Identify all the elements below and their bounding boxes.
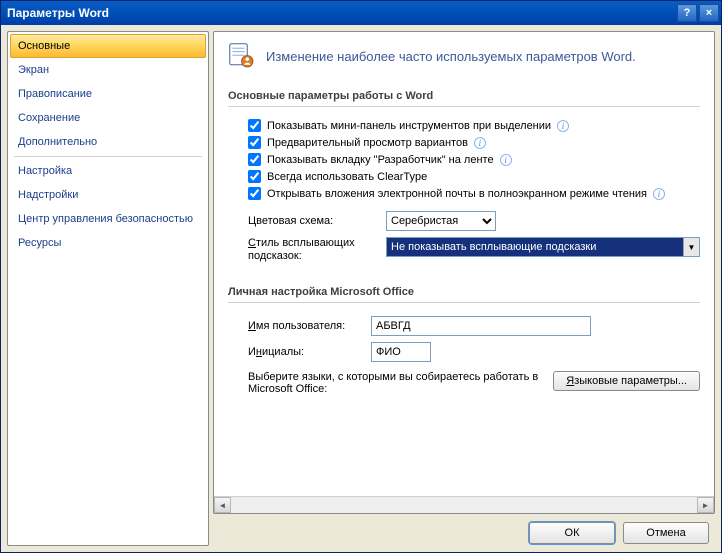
option-label: Всегда использовать ClearType [267,171,427,183]
dialog-footer: ОК Отмена [213,514,715,546]
option-checkbox[interactable] [248,119,261,132]
titlebar: Параметры Word ? × [1,1,721,25]
info-icon[interactable]: i [653,188,665,200]
language-text: Выберите языки, с которыми вы собираетес… [248,371,541,395]
info-icon[interactable]: i [500,154,512,166]
option-checkbox[interactable] [248,153,261,166]
sidebar-item[interactable]: Экран [10,58,206,82]
scroll-track[interactable] [231,497,697,513]
dialog-body: ОсновныеЭкранПравописаниеСохранениеДопол… [1,25,721,552]
checkbox-group: Показывать мини-панель инструментов при … [228,117,700,202]
tooltip-style-value: Не показывать всплывающие подсказки [391,241,596,253]
ok-button[interactable]: ОК [529,522,615,544]
titlebar-title: Параметры Word [7,6,675,20]
username-label: Имя пользователя: [248,320,363,332]
option-label: Показывать вкладку "Разработчик" на лент… [267,154,494,166]
language-row: Выберите языки, с которыми вы собираетес… [228,365,700,401]
sidebar-item[interactable]: Дополнительно [10,130,206,154]
option-checkbox[interactable] [248,187,261,200]
info-icon[interactable]: i [474,137,486,149]
options-dialog: Параметры Word ? × ОсновныеЭкранПравопис… [0,0,722,553]
username-row: Имя пользователя: [228,313,700,339]
color-scheme-label: Цветовая схема: [248,215,378,227]
cancel-button[interactable]: Отмена [623,522,709,544]
content-scroll: Изменение наиболее часто используемых па… [214,32,714,496]
section-personal-title: Личная настройка Microsoft Office [228,280,700,303]
horizontal-scrollbar[interactable]: ◄ ► [214,496,714,513]
help-icon: ? [684,7,691,19]
content-panel: Изменение наиболее часто используемых па… [213,31,715,514]
sidebar-item[interactable]: Центр управления безопасностью [10,207,206,231]
option-label: Показывать мини-панель инструментов при … [267,120,551,132]
info-icon[interactable]: i [557,120,569,132]
content-wrap: Изменение наиболее часто используемых па… [213,31,715,546]
initials-input[interactable] [371,342,431,362]
sidebar-item[interactable]: Правописание [10,82,206,106]
help-button[interactable]: ? [677,4,697,22]
option-checkbox[interactable] [248,136,261,149]
sidebar-item[interactable]: Надстройки [10,183,206,207]
option-row: Показывать вкладку "Разработчик" на лент… [228,151,700,168]
close-button[interactable]: × [699,4,719,22]
option-row: Предварительный просмотр вариантов i [228,134,700,151]
option-checkbox[interactable] [248,170,261,183]
color-scheme-select[interactable]: Серебристая [386,211,496,231]
option-label: Открывать вложения электронной почты в п… [267,188,647,200]
initials-row: Инициалы: [228,339,700,365]
close-icon: × [706,7,712,19]
language-settings-button[interactable]: Языковые параметры... [553,371,700,391]
scroll-left-button[interactable]: ◄ [214,497,231,513]
chevron-down-icon: ▼ [683,238,699,256]
option-row: Всегда использовать ClearType [228,168,700,185]
initials-label: Инициалы: [248,346,363,358]
sidebar-item[interactable]: Ресурсы [10,231,206,255]
tooltip-style-select[interactable]: Не показывать всплывающие подсказки ▼ [386,237,700,257]
color-scheme-row: Цветовая схема: Серебристая [228,208,700,234]
sidebar-separator [14,156,202,157]
sidebar-item[interactable]: Основные [10,34,206,58]
tooltip-style-label: Стиль всплывающихподсказок: [248,237,378,263]
option-label: Предварительный просмотр вариантов [267,137,468,149]
scroll-right-button[interactable]: ► [697,497,714,513]
sidebar: ОсновныеЭкранПравописаниеСохранениеДопол… [7,31,209,546]
page-header-text: Изменение наиболее часто используемых па… [266,49,636,64]
option-row: Открывать вложения электронной почты в п… [228,185,700,202]
settings-icon [228,42,256,70]
option-row: Показывать мини-панель инструментов при … [228,117,700,134]
sidebar-item[interactable]: Сохранение [10,106,206,130]
section-basic-title: Основные параметры работы с Word [228,84,700,107]
page-header: Изменение наиболее часто используемых па… [228,42,700,70]
sidebar-item[interactable]: Настройка [10,159,206,183]
username-input[interactable] [371,316,591,336]
tooltip-style-row: Стиль всплывающихподсказок: Не показыват… [228,234,700,266]
